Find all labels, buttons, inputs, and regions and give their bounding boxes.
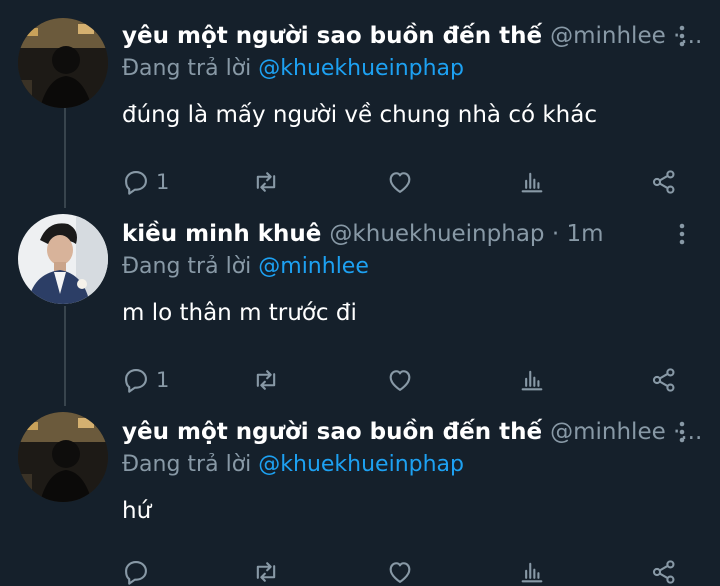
tweet-text: m lo thân m trước đi	[122, 300, 357, 326]
display-name[interactable]: yêu một người sao buồn đến thế	[122, 419, 542, 445]
reply-icon	[125, 561, 147, 585]
retweet-icon	[256, 562, 276, 582]
action-bar: 1	[122, 362, 692, 398]
reply-button[interactable]: 1	[122, 164, 169, 200]
tweet[interactable]: kiều minh khuê @khuekhueinphap · 1m Đang…	[0, 214, 720, 406]
action-bar	[122, 554, 692, 586]
replying-to: Đang trả lời @khuekhueinphap	[122, 452, 464, 477]
reply-button[interactable]	[122, 554, 150, 586]
reply-icon	[125, 369, 147, 393]
reply-prefix: Đang trả lời	[122, 56, 259, 81]
tweet-header: yêu một người sao buồn đến thế @minhlee …	[122, 18, 702, 54]
bar-chart-icon	[521, 172, 543, 193]
share-button[interactable]	[650, 362, 678, 398]
handle: @khuekhueinphap · 1m	[329, 221, 604, 247]
reply-prefix: Đang trả lời	[122, 254, 259, 279]
avatar[interactable]	[18, 412, 108, 502]
reply-prefix: Đang trả lời	[122, 452, 259, 477]
display-name[interactable]: yêu một người sao buồn đến thế	[122, 23, 542, 49]
reply-count: 1	[156, 368, 170, 392]
share-button[interactable]	[650, 164, 678, 200]
tweet[interactable]: yêu một người sao buồn đến thế @minhlee …	[0, 412, 720, 586]
tweet[interactable]: yêu một người sao buồn đến thế @minhlee …	[0, 18, 720, 208]
stats-button[interactable]	[518, 554, 546, 586]
retweet-icon	[256, 172, 276, 192]
more-vertical-icon[interactable]	[670, 24, 694, 48]
reply-count: 1	[156, 170, 170, 194]
mention-link[interactable]: @minhlee	[258, 254, 369, 279]
action-bar: 1	[122, 164, 692, 200]
stats-button[interactable]	[518, 362, 546, 398]
share-icon	[652, 560, 675, 584]
reply-icon	[125, 171, 147, 195]
avatar[interactable]	[18, 214, 108, 304]
tweet-header: yêu một người sao buồn đến thế @minhlee …	[122, 414, 702, 450]
reply-button[interactable]: 1	[122, 362, 169, 398]
retweet-button[interactable]	[252, 164, 280, 200]
tweet-text: hứ	[122, 498, 152, 524]
mention-link[interactable]: @khuekhueinphap	[258, 452, 464, 477]
avatar[interactable]	[18, 18, 108, 108]
like-button[interactable]	[386, 554, 414, 586]
more-vertical-icon[interactable]	[670, 420, 694, 444]
like-button[interactable]	[386, 362, 414, 398]
display-name[interactable]: kiều minh khuê	[122, 221, 321, 247]
stats-button[interactable]	[518, 164, 546, 200]
retweet-icon	[256, 370, 276, 390]
share-button[interactable]	[650, 554, 678, 586]
like-button[interactable]	[386, 164, 414, 200]
heart-icon	[389, 562, 411, 583]
more-vertical-icon[interactable]	[670, 222, 694, 246]
share-icon	[652, 368, 675, 392]
bar-chart-icon	[521, 370, 543, 391]
retweet-button[interactable]	[252, 362, 280, 398]
mention-link[interactable]: @khuekhueinphap	[258, 56, 464, 81]
replying-to: Đang trả lời @minhlee	[122, 254, 369, 279]
share-icon	[652, 170, 675, 194]
retweet-button[interactable]	[252, 554, 280, 586]
heart-icon	[389, 370, 411, 391]
tweet-header: kiều minh khuê @khuekhueinphap · 1m	[122, 216, 603, 252]
replying-to: Đang trả lời @khuekhueinphap	[122, 56, 464, 81]
heart-icon	[389, 172, 411, 193]
bar-chart-icon	[521, 562, 543, 583]
tweet-text: đúng là mấy người về chung nhà có khác	[122, 102, 597, 128]
